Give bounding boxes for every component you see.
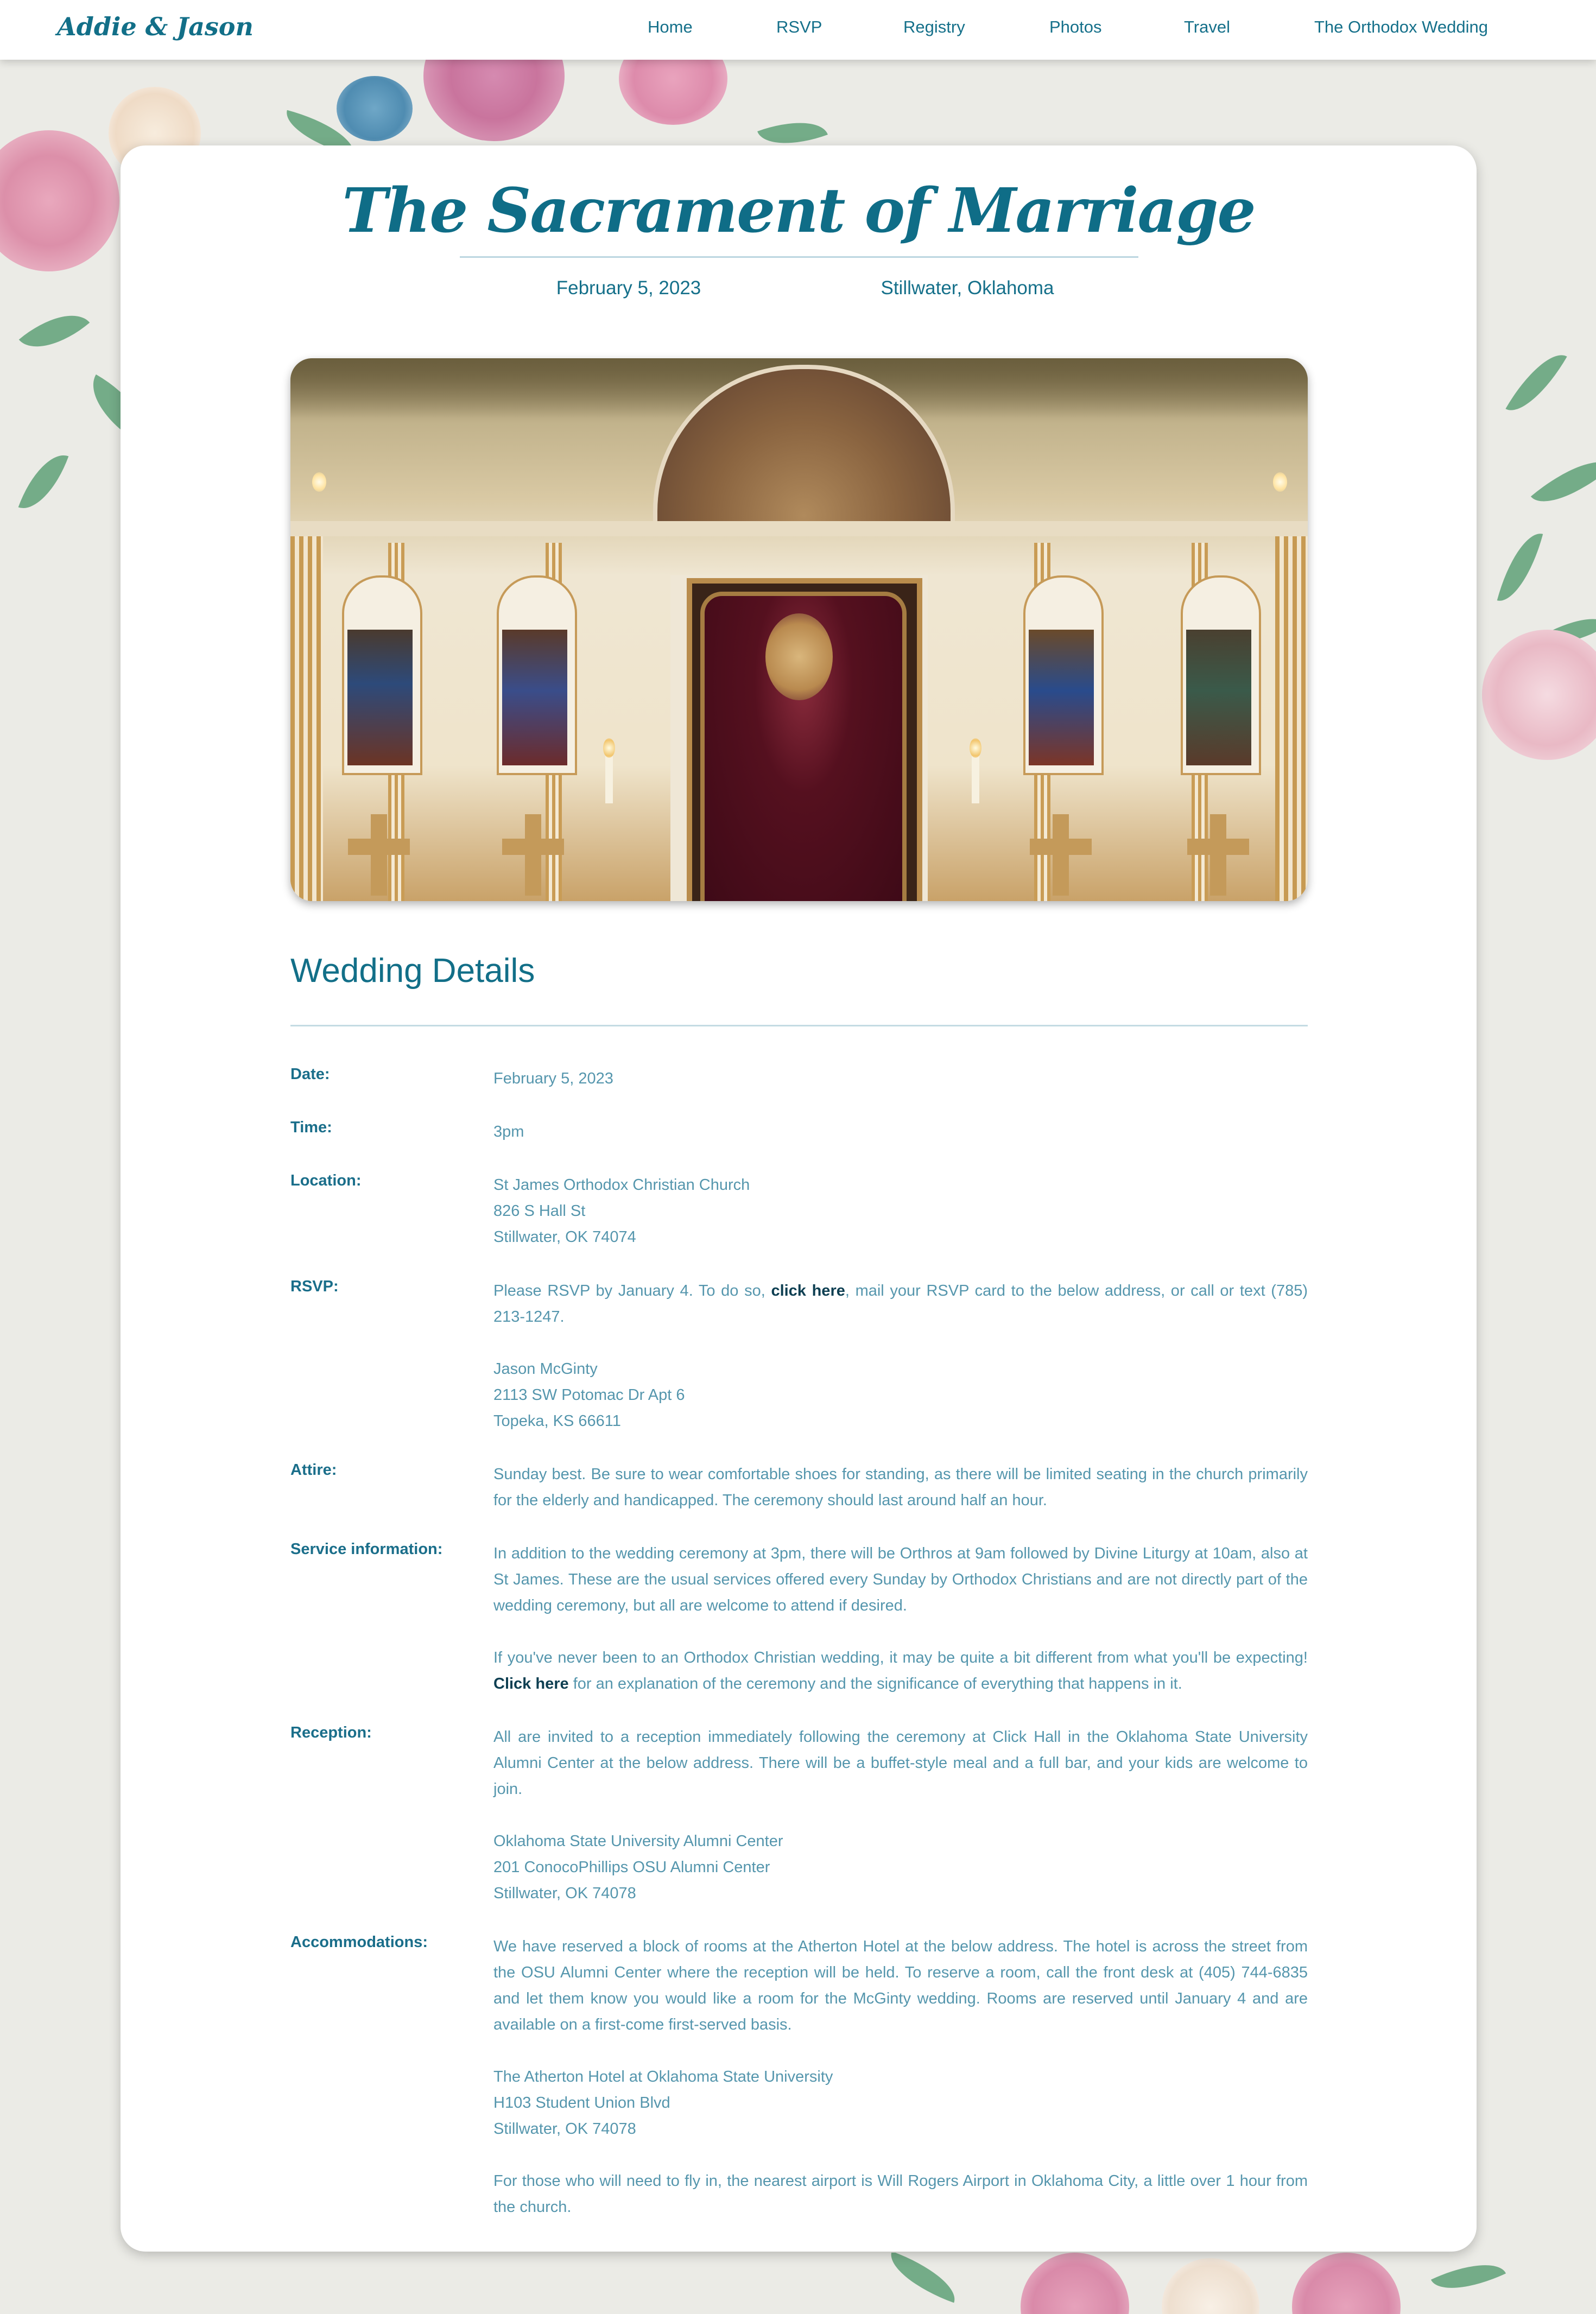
nav-orthodox-wedding[interactable]: The Orthodox Wedding xyxy=(1314,17,1488,37)
wedding-details-heading: Wedding Details xyxy=(290,952,535,990)
reception-address: Oklahoma State University Alumni Center … xyxy=(493,1828,1308,1906)
event-location: Stillwater, Oklahoma xyxy=(881,277,1054,299)
service-explanation-text: for an explanation of the ceremony and t… xyxy=(568,1675,1182,1692)
attire-label: Attire: xyxy=(290,1461,337,1479)
reception-address-line: 201 ConocoPhillips OSU Alumni Center xyxy=(493,1859,770,1876)
floral-decoration-bottom xyxy=(814,2253,1596,2314)
reception-value: All are invited to a reception immediate… xyxy=(493,1724,1308,1906)
page-title: The Sacrament of Marriage xyxy=(342,175,1256,246)
rsvp-label: RSVP: xyxy=(290,1278,339,1295)
hotel-address-line: H103 Student Union Blvd xyxy=(493,2094,670,2112)
reception-address-line: Stillwater, OK 74078 xyxy=(493,1885,636,1902)
reception-label: Reception: xyxy=(290,1724,372,1741)
nav-home[interactable]: Home xyxy=(648,17,693,37)
hotel-address-line: Stillwater, OK 74078 xyxy=(493,2120,636,2138)
rsvp-instructions: Please RSVP by January 4. To do so, clic… xyxy=(493,1278,1308,1330)
service-value: In addition to the wedding ceremony at 3… xyxy=(493,1540,1308,1697)
reception-address-line: Oklahoma State University Alumni Center xyxy=(493,1833,783,1850)
title-divider xyxy=(460,256,1138,258)
rsvp-address-line: 2113 SW Potomac Dr Apt 6 xyxy=(493,1386,685,1404)
rsvp-address: Jason McGinty 2113 SW Potomac Dr Apt 6 T… xyxy=(493,1356,1308,1434)
time-label: Time: xyxy=(290,1119,332,1136)
rsvp-value: Please RSVP by January 4. To do so, clic… xyxy=(493,1278,1308,1434)
location-label: Location: xyxy=(290,1172,362,1189)
nav-travel[interactable]: Travel xyxy=(1184,17,1230,37)
rsvp-text: Please RSVP by January 4. To do so, xyxy=(493,1282,771,1299)
service-explanation-text: If you've never been to an Orthodox Chri… xyxy=(493,1649,1308,1666)
details-divider xyxy=(290,1025,1308,1026)
nav-rsvp[interactable]: RSVP xyxy=(776,17,822,37)
content-card: The Sacrament of Marriage February 5, 20… xyxy=(121,145,1477,2252)
rsvp-address-line: Jason McGinty xyxy=(493,1360,598,1378)
airport-text: For those who will need to fly in, the n… xyxy=(493,2172,1308,2216)
location-line: Stillwater, OK 74074 xyxy=(493,1228,636,1246)
reception-text: All are invited to a reception immediate… xyxy=(493,1728,1308,1798)
hotel-address: The Atherton Hotel at Oklahoma State Uni… xyxy=(493,2064,1308,2142)
accommodations-value: We have reserved a block of rooms at the… xyxy=(493,1933,1308,2220)
site-brand[interactable]: Addie & Jason xyxy=(57,12,254,41)
service-explanation: If you've never been to an Orthodox Chri… xyxy=(493,1645,1308,1697)
floral-decoration-right xyxy=(1466,326,1596,787)
rsvp-address-line: Topeka, KS 66611 xyxy=(493,1412,621,1430)
location-value: St James Orthodox Christian Church 826 S… xyxy=(493,1172,1308,1250)
accommodations-label: Accommodations: xyxy=(290,1933,428,1951)
rsvp-click-here-link[interactable]: click here xyxy=(771,1282,845,1299)
hotel-address-line: The Atherton Hotel at Oklahoma State Uni… xyxy=(493,2068,833,2085)
accommodations-text: We have reserved a block of rooms at the… xyxy=(493,1938,1308,2033)
date-value: February 5, 2023 xyxy=(493,1070,613,1087)
nav-registry[interactable]: Registry xyxy=(903,17,965,37)
location-line: St James Orthodox Christian Church xyxy=(493,1176,750,1194)
event-date: February 5, 2023 xyxy=(556,277,701,299)
date-label: Date: xyxy=(290,1066,330,1083)
service-label: Service information: xyxy=(290,1540,443,1558)
ceremony-click-here-link[interactable]: Click here xyxy=(493,1675,569,1692)
top-navbar: Addie & Jason Home RSVP Registry Photos … xyxy=(0,0,1596,60)
church-iconostasis-photo xyxy=(290,358,1308,901)
nav-photos[interactable]: Photos xyxy=(1049,17,1102,37)
location-line: 826 S Hall St xyxy=(493,1202,586,1220)
attire-value: Sunday best. Be sure to wear comfortable… xyxy=(493,1466,1308,1509)
time-value: 3pm xyxy=(493,1123,524,1140)
service-text: In addition to the wedding ceremony at 3… xyxy=(493,1545,1308,1614)
